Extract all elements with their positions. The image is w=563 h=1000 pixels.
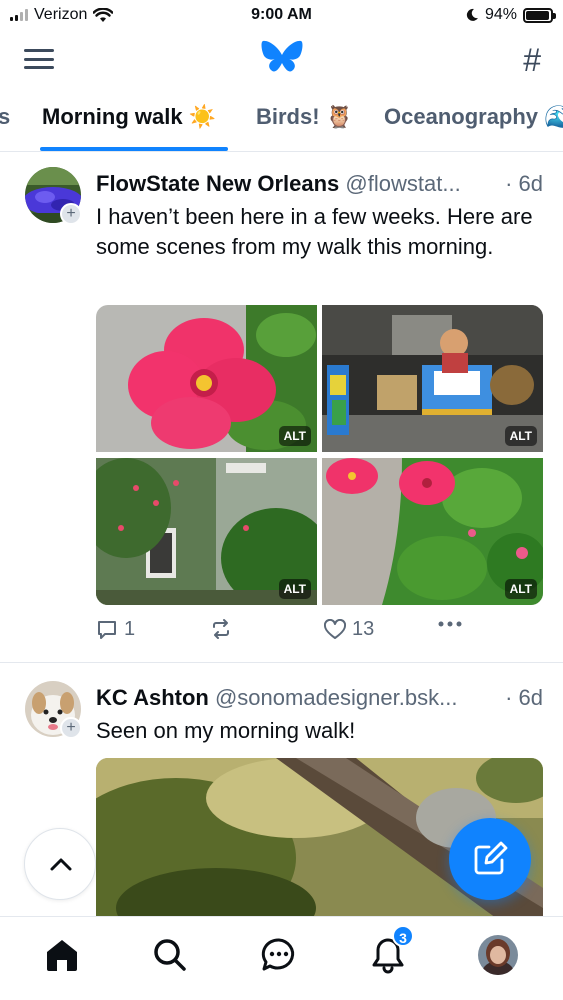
chat-icon[interactable]: [259, 935, 299, 975]
reply-count: 1: [124, 618, 136, 640]
post-header: KC Ashton @sonomadesigner.bsk...: [96, 685, 543, 711]
tab-oceanography[interactable]: Oceanography 🌊: [384, 104, 563, 151]
notification-badge: 3: [392, 925, 414, 947]
post-image[interactable]: ALT: [322, 305, 543, 452]
scroll-to-top-button[interactable]: [24, 828, 96, 900]
tab-birds[interactable]: Birds! 🦉: [256, 104, 353, 151]
post-time[interactable]: · 6d: [497, 685, 543, 711]
image-grid: ALT ALT ALT ALT: [96, 305, 543, 605]
butterfly-logo-icon[interactable]: [261, 38, 303, 78]
post-text: I haven’t been here in a few weeks. Here…: [96, 204, 533, 259]
chevron-up-icon: [50, 858, 72, 871]
active-tab-indicator: [40, 147, 228, 151]
follow-plus-icon[interactable]: +: [60, 203, 82, 225]
reply-button[interactable]: 1: [96, 618, 135, 641]
compose-post-button[interactable]: [449, 818, 531, 900]
moon-icon: [466, 8, 478, 21]
feed-post[interactable]: + FlowState New Orleans @flowstat... · 6…: [0, 153, 563, 663]
like-count: 13: [352, 618, 375, 640]
app-header: #: [0, 36, 563, 86]
heart-icon: [324, 618, 346, 639]
alt-badge[interactable]: ALT: [278, 426, 311, 446]
bell-icon[interactable]: 3: [368, 925, 414, 975]
compose-icon: [474, 841, 508, 875]
post-image[interactable]: ALT: [96, 305, 317, 452]
repost-button[interactable]: [210, 618, 238, 640]
post-image[interactable]: ALT: [322, 458, 543, 605]
post-actions: 1 13: [96, 618, 543, 648]
hash-icon[interactable]: #: [523, 42, 541, 79]
post-header: FlowState New Orleans @flowstat...: [96, 171, 543, 197]
repost-icon: [213, 619, 229, 639]
alt-badge[interactable]: ALT: [278, 579, 311, 599]
profile-avatar[interactable]: [478, 935, 518, 975]
alt-badge[interactable]: ALT: [504, 426, 537, 446]
more-options-icon[interactable]: [438, 621, 462, 627]
author-handle[interactable]: @flowstat...: [345, 171, 460, 196]
author-name[interactable]: KC Ashton: [96, 685, 209, 710]
alt-badge[interactable]: ALT: [504, 579, 537, 599]
search-icon[interactable]: [150, 935, 190, 975]
battery-percent: 94%: [484, 6, 517, 23]
post-text: Seen on my morning walk!: [96, 718, 356, 743]
tab-morning-walk[interactable]: Morning walk ☀️: [42, 104, 216, 151]
author-name[interactable]: FlowState New Orleans: [96, 171, 339, 196]
feed-tabs: s Morning walk ☀️ Birds! 🦉 Oceanography …: [0, 96, 563, 152]
post-time[interactable]: · 6d: [497, 171, 543, 197]
battery-icon: [523, 7, 556, 23]
status-right: 94%: [465, 6, 556, 24]
reply-icon: [98, 620, 116, 639]
tab-partial[interactable]: s: [0, 104, 10, 151]
author-handle[interactable]: @sonomadesigner.bsk...: [215, 685, 457, 710]
status-bar: Verizon 9:00 AM 94%: [0, 0, 563, 30]
hamburger-menu-icon[interactable]: [24, 46, 54, 72]
like-button[interactable]: 13: [324, 618, 374, 641]
bottom-nav: 3: [0, 916, 563, 1000]
post-image[interactable]: ALT: [96, 458, 317, 605]
follow-plus-icon[interactable]: +: [60, 717, 82, 739]
home-icon[interactable]: [42, 935, 82, 975]
